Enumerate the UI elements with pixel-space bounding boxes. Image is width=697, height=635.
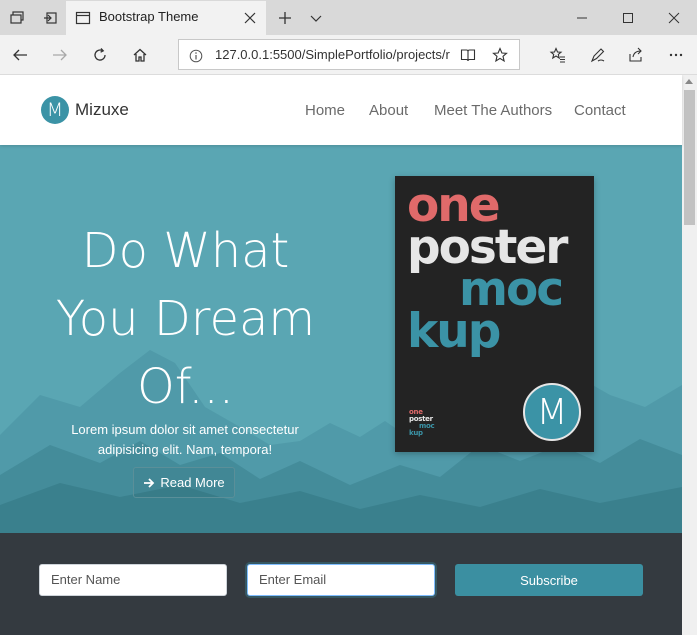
favorites-hub-icon[interactable] bbox=[542, 40, 574, 70]
browser-toolbar: 127.0.0.1:5500/SimplePortfolio/projects/… bbox=[0, 35, 697, 75]
favorite-star-icon[interactable] bbox=[492, 47, 508, 67]
home-icon[interactable] bbox=[124, 40, 156, 70]
poster-badge-logo: M bbox=[523, 383, 581, 441]
menu-item-home[interactable]: Home bbox=[305, 102, 345, 119]
set-tabs-aside-icon[interactable] bbox=[33, 0, 66, 35]
page-icon bbox=[75, 10, 91, 30]
hero-title-line-1: Do What bbox=[81, 223, 290, 279]
minimize-icon[interactable] bbox=[559, 0, 605, 35]
browser-tab-active[interactable]: Bootstrap Theme bbox=[66, 1, 266, 35]
tab-title: Bootstrap Theme bbox=[99, 9, 199, 24]
browser-tab-bar: Bootstrap Theme bbox=[0, 0, 697, 35]
email-input[interactable]: Enter Email bbox=[247, 564, 435, 596]
back-arrow-icon[interactable] bbox=[4, 40, 36, 70]
forward-arrow-icon[interactable] bbox=[44, 40, 76, 70]
more-menu-icon[interactable] bbox=[660, 40, 692, 70]
close-window-icon[interactable] bbox=[651, 0, 697, 35]
info-icon[interactable] bbox=[189, 48, 203, 67]
mini-word-kup: kup bbox=[409, 429, 423, 437]
brand-logo[interactable]: M bbox=[41, 96, 69, 124]
hero-description: Lorem ipsum dolor sit amet consectetur a… bbox=[71, 422, 299, 457]
poster-mockup-image: one poster moc kup one poster moc kup M bbox=[395, 176, 594, 452]
brand-name[interactable]: Mizuxe bbox=[75, 100, 129, 120]
name-input[interactable]: Enter Name bbox=[39, 564, 227, 596]
scroll-up-arrow-icon[interactable] bbox=[685, 79, 693, 84]
subscribe-button[interactable]: Subscribe bbox=[455, 564, 643, 596]
reading-view-icon[interactable] bbox=[460, 47, 476, 67]
address-bar[interactable]: 127.0.0.1:5500/SimplePortfolio/projects/… bbox=[178, 39, 520, 70]
hero-section: Do What You Dream Of... Lorem ipsum dolo… bbox=[0, 145, 682, 533]
new-tab-icon[interactable] bbox=[268, 0, 301, 35]
maximize-icon[interactable] bbox=[605, 0, 651, 35]
subscribe-section: Enter Name Enter Email Subscribe bbox=[0, 533, 682, 635]
refresh-icon[interactable] bbox=[84, 40, 116, 70]
web-note-pen-icon[interactable] bbox=[582, 40, 614, 70]
hero-title-line-3: Of... bbox=[137, 359, 234, 415]
tab-list-chevron-icon[interactable] bbox=[299, 0, 332, 35]
share-icon[interactable] bbox=[620, 40, 652, 70]
menu-item-authors[interactable]: Meet The Authors bbox=[434, 102, 552, 119]
poster-word-kup: kup bbox=[407, 304, 501, 359]
close-tab-icon[interactable] bbox=[242, 10, 258, 26]
url-text[interactable]: 127.0.0.1:5500/SimplePortfolio/projects/… bbox=[215, 47, 451, 62]
page-scrollbar[interactable] bbox=[682, 75, 697, 635]
scrollbar-thumb[interactable] bbox=[684, 90, 695, 225]
hero-title-line-2: You Dream bbox=[55, 291, 316, 347]
site-navbar: M Mizuxe Home About Meet The Authors Con… bbox=[0, 75, 682, 145]
poster-mini-logo: one poster moc kup bbox=[409, 409, 435, 437]
read-more-label: Read More bbox=[160, 475, 225, 490]
hero-title: Do What You Dream Of... bbox=[28, 217, 343, 421]
menu-item-contact[interactable]: Contact bbox=[574, 102, 626, 119]
arrow-right-icon bbox=[144, 477, 155, 488]
read-more-button[interactable]: Read More bbox=[133, 467, 235, 498]
tab-actions-icon[interactable] bbox=[0, 0, 33, 35]
page-viewport: M Mizuxe Home About Meet The Authors Con… bbox=[0, 75, 697, 635]
menu-item-about[interactable]: About bbox=[369, 102, 408, 119]
